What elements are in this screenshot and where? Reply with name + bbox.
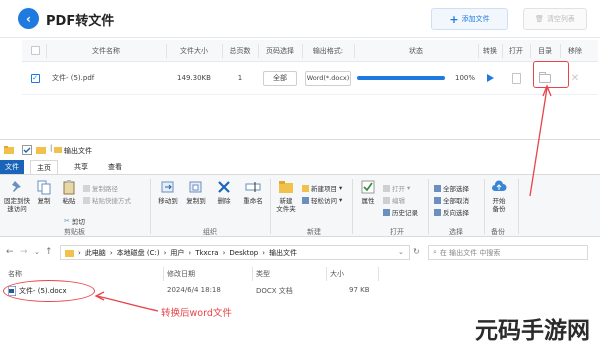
annotation-arrows — [94, 84, 552, 312]
arrow-line — [96, 295, 159, 312]
arrow-line — [529, 87, 548, 197]
arrow-head — [94, 291, 105, 301]
watermark: 元码手游网 — [475, 318, 590, 344]
